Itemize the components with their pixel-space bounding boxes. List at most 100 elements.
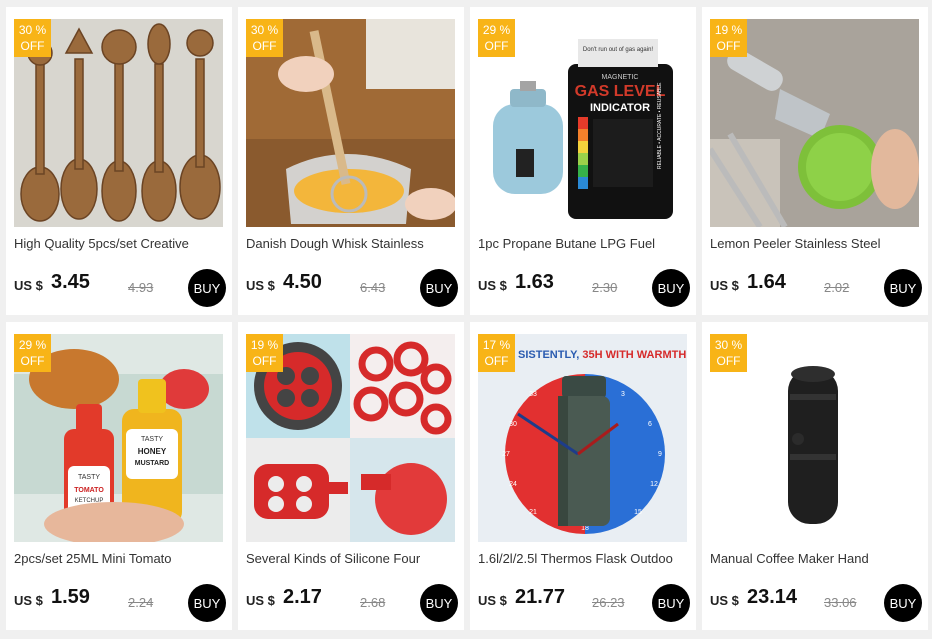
discount-percent: 30 %	[714, 338, 743, 352]
discount-badge: 19 % OFF	[710, 19, 747, 57]
discount-off-label: OFF	[484, 354, 509, 368]
product-card[interactable]: TASTY TOMATO KETCHUP TASTY HONEY MUSTARD…	[6, 322, 232, 630]
image-text: 9	[658, 451, 662, 458]
image-text: RELIABLE • ACCURATE • REUSABLE	[657, 82, 663, 169]
discount-badge: 29 % OFF	[14, 334, 51, 372]
product-title[interactable]: 1pc Propane Butane LPG Fuel	[478, 236, 688, 251]
discount-percent: 29 %	[18, 338, 47, 352]
image-text: 33	[529, 391, 537, 398]
image-text: MUSTARD	[135, 460, 169, 467]
product-card[interactable]: SISTENTLY, 35H WITH WARMTH 35 3 6 9 12 1…	[470, 322, 696, 630]
price-row: US $ 1.64 2.02 BUY	[710, 269, 922, 307]
image-text: INDICATOR	[590, 102, 650, 114]
image-text: 27	[502, 451, 510, 458]
currency-label: US $	[14, 278, 43, 293]
sale-price: 1.59	[51, 586, 90, 608]
discount-off-label: OFF	[484, 39, 509, 53]
currency-label: US $	[478, 278, 507, 293]
currency-label: US $	[246, 593, 275, 608]
sale-price: 1.63	[515, 271, 554, 293]
image-text: 30	[509, 421, 517, 428]
product-title[interactable]: 2pcs/set 25ML Mini Tomato	[14, 551, 224, 566]
buy-button[interactable]: BUY	[188, 269, 226, 307]
product-card[interactable]: 30 % OFF Manual Coffee Maker Hand US $ 2…	[702, 322, 928, 630]
original-price: 2.30	[592, 280, 618, 295]
price-row: US $ 1.59 2.24 BUY	[14, 584, 226, 622]
buy-button[interactable]: BUY	[884, 269, 922, 307]
image-text: 24	[509, 481, 517, 488]
product-title[interactable]: Danish Dough Whisk Stainless	[246, 236, 456, 251]
discount-off-label: OFF	[716, 39, 741, 53]
buy-button[interactable]: BUY	[188, 584, 226, 622]
original-price: 33.06	[824, 595, 857, 610]
discount-off-label: OFF	[20, 354, 45, 368]
price-row: US $ 3.45 4.93 BUY	[14, 269, 226, 307]
image-text: SISTENTLY,	[518, 349, 582, 361]
original-price: 4.93	[128, 280, 154, 295]
image-text: 21	[529, 509, 537, 516]
image-text: 18	[581, 525, 589, 532]
price-row: US $ 4.50 6.43 BUY	[246, 269, 458, 307]
discount-off-label: OFF	[716, 354, 741, 368]
product-card[interactable]: 19 % OFF Lemon Peeler Stainless Steel US…	[702, 7, 928, 315]
product-title[interactable]: 1.6l/2l/2.5l Thermos Flask Outdoo	[478, 551, 688, 566]
discount-off-label: OFF	[20, 39, 45, 53]
image-text: Don't run out of gas again!	[583, 47, 654, 53]
buy-button[interactable]: BUY	[652, 269, 690, 307]
svg-text:SISTENTLY, 35H WITH WARMTH: SISTENTLY, 35H WITH WARMTH	[518, 349, 686, 361]
discount-badge: 17 % OFF	[478, 334, 515, 372]
image-text: 35H WITH WARMTH	[582, 349, 686, 361]
sale-price: 21.77	[515, 586, 566, 608]
original-price: 2.68	[360, 595, 386, 610]
discount-percent: 19 %	[250, 338, 279, 352]
product-title[interactable]: Lemon Peeler Stainless Steel	[710, 236, 920, 251]
product-card[interactable]: 19 % OFF Several Kinds of Silicone Four …	[238, 322, 464, 630]
price-row: US $ 23.14 33.06 BUY	[710, 584, 922, 622]
price-row: US $ 21.77 26.23 BUY	[478, 584, 690, 622]
discount-badge: 30 % OFF	[710, 334, 747, 372]
discount-badge: 19 % OFF	[246, 334, 283, 372]
product-title[interactable]: Several Kinds of Silicone Four	[246, 551, 456, 566]
discount-badge: 30 % OFF	[14, 19, 51, 57]
discount-percent: 29 %	[482, 23, 511, 37]
buy-button[interactable]: BUY	[420, 269, 458, 307]
image-text: GAS LEVEL	[575, 83, 666, 100]
discount-percent: 30 %	[250, 23, 279, 37]
price-row: US $ 1.63 2.30 BUY	[478, 269, 690, 307]
original-price: 2.02	[824, 280, 850, 295]
sale-price: 1.64	[747, 271, 786, 293]
product-card[interactable]: Don't run out of gas again! MAGNETIC GAS…	[470, 7, 696, 315]
image-text: 6	[648, 421, 652, 428]
original-price: 26.23	[592, 595, 625, 610]
image-text: 15	[634, 509, 642, 516]
currency-label: US $	[710, 593, 739, 608]
product-grid: 30 % OFF High Quality 5pcs/set Creative …	[6, 7, 928, 630]
discount-percent: 30 %	[18, 23, 47, 37]
sale-price: 23.14	[747, 586, 798, 608]
buy-button[interactable]: BUY	[652, 584, 690, 622]
buy-button[interactable]: BUY	[884, 584, 922, 622]
original-price: 2.24	[128, 595, 154, 610]
buy-button[interactable]: BUY	[420, 584, 458, 622]
image-text: TOMATO	[74, 487, 104, 494]
image-text: TASTY	[141, 436, 163, 443]
discount-percent: 17 %	[482, 338, 511, 352]
product-card[interactable]: 30 % OFF Danish Dough Whisk Stainless US…	[238, 7, 464, 315]
sale-price: 4.50	[283, 271, 322, 293]
product-title[interactable]: High Quality 5pcs/set Creative	[14, 236, 224, 251]
product-title[interactable]: Manual Coffee Maker Hand	[710, 551, 920, 566]
discount-off-label: OFF	[252, 354, 277, 368]
sale-price: 3.45	[51, 271, 90, 293]
image-text: TASTY	[78, 474, 100, 481]
currency-label: US $	[478, 593, 507, 608]
currency-label: US $	[246, 278, 275, 293]
sale-price: 2.17	[283, 586, 322, 608]
discount-percent: 19 %	[714, 23, 743, 37]
product-card[interactable]: 30 % OFF High Quality 5pcs/set Creative …	[6, 7, 232, 315]
image-text: HONEY	[138, 447, 167, 456]
discount-badge: 30 % OFF	[246, 19, 283, 57]
discount-off-label: OFF	[252, 39, 277, 53]
discount-badge: 29 % OFF	[478, 19, 515, 57]
currency-label: US $	[710, 278, 739, 293]
original-price: 6.43	[360, 280, 386, 295]
